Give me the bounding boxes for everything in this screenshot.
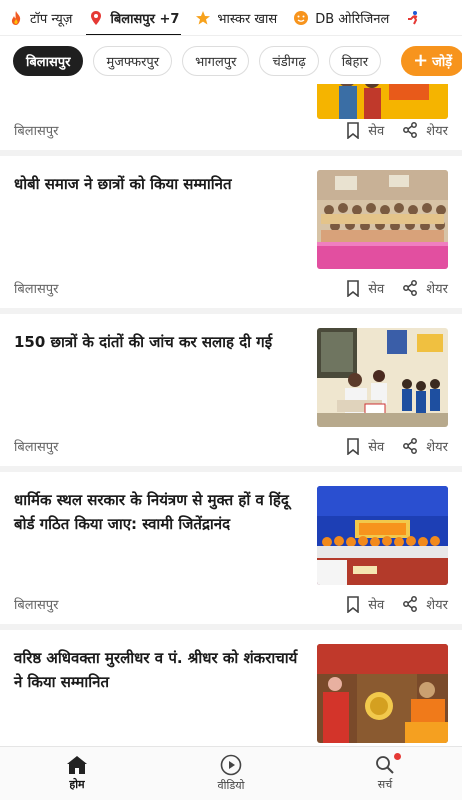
- share-icon: [403, 280, 418, 296]
- top-category-tabs: टॉप न्यूज़ बिलासपुर +7 भास्कर खास DB ओरि…: [0, 0, 462, 36]
- tab-top-news[interactable]: टॉप न्यूज़: [0, 0, 80, 35]
- news-card[interactable]: धोबी समाज ने छात्रों को किया सम्मानित बि…: [0, 156, 462, 314]
- tab-bilaspur[interactable]: बिलासपुर +7: [80, 0, 187, 35]
- star-icon: [195, 10, 211, 26]
- add-city-button[interactable]: + जोड़ें: [401, 46, 462, 76]
- card-title: धोबी समाज ने छात्रों को किया सम्मानित: [14, 175, 232, 193]
- nav-search[interactable]: सर्च: [308, 747, 462, 800]
- nav-video[interactable]: वीडियो: [154, 747, 401, 800]
- tab-label: भास्कर खास: [217, 11, 278, 27]
- location-pin-icon: [88, 10, 104, 26]
- bottom-navigation: होम वीडियो सर्च: [0, 746, 462, 800]
- card-meta: बिलासपुर सेव शेयर: [14, 278, 448, 298]
- card-title: वरिष्ठ अधिवक्ता मुरलीधर व पं. श्रीधर को …: [14, 649, 298, 691]
- nav-home[interactable]: होम: [0, 747, 154, 800]
- news-card[interactable]: धार्मिक स्थल सरकार के नियंत्रण से मुक्त …: [0, 472, 462, 630]
- save-button[interactable]: सेव: [346, 595, 384, 613]
- save-button[interactable]: सेव: [346, 121, 384, 139]
- news-feed: बिलासपुर सेव शेयर धोबी समाज ने छात्रों क…: [0, 84, 462, 744]
- tab-label: टॉप न्यूज़: [30, 11, 73, 27]
- save-button[interactable]: सेव: [346, 279, 384, 297]
- tab-bhaskar-khas[interactable]: भास्कर खास: [187, 0, 285, 35]
- share-label: शेयर: [426, 440, 448, 455]
- chip-muzaffarpur[interactable]: मुजफ्फरपुर: [93, 46, 173, 76]
- city-chips: बिलासपुर मुजफ्फरपुर भागलपुर चंडीगढ़ बिहा…: [0, 44, 462, 78]
- nav-label: वीडियो: [217, 779, 245, 792]
- share-button[interactable]: शेयर: [402, 595, 448, 613]
- add-city-label: जोड़ें: [432, 55, 453, 70]
- flame-icon: [8, 10, 24, 26]
- nav-label: होम: [69, 778, 85, 791]
- save-label: सेव: [368, 282, 385, 297]
- news-thumbnail: [317, 486, 448, 585]
- news-thumbnail: [317, 328, 448, 427]
- card-meta: बिलासपुर सेव शेयर: [14, 594, 448, 614]
- share-icon: [403, 122, 418, 138]
- bookmark-icon: [347, 437, 360, 455]
- card-city: बिलासपुर: [14, 282, 59, 297]
- bookmark-icon: [347, 279, 360, 297]
- news-card[interactable]: वरिष्ठ अधिवक्ता मुरलीधर व पं. श्रीधर को …: [0, 630, 462, 744]
- tab-label: बिलासपुर +7: [110, 11, 180, 27]
- card-meta: बिलासपुर सेव शेयर: [14, 120, 448, 140]
- share-icon: [403, 596, 418, 612]
- news-thumbnail: [317, 170, 448, 269]
- chip-bhagalpur[interactable]: भागलपुर: [182, 46, 250, 76]
- nav-label: सर्च: [377, 778, 393, 791]
- share-button[interactable]: शेयर: [402, 121, 448, 139]
- chip-bihar[interactable]: बिहार: [328, 46, 382, 76]
- tab-db-original[interactable]: DB ओरिजिनल: [285, 0, 397, 35]
- news-card[interactable]: बिलासपुर सेव शेयर: [0, 84, 462, 156]
- save-label: सेव: [368, 124, 385, 139]
- save-label: सेव: [368, 598, 385, 613]
- share-button[interactable]: शेयर: [402, 279, 448, 297]
- plus-icon: +: [413, 50, 429, 71]
- tab-sports[interactable]: [397, 0, 435, 35]
- card-title: 150 छात्रों के दांतों की जांच कर सलाह दी…: [14, 333, 273, 351]
- news-card[interactable]: 150 छात्रों के दांतों की जांच कर सलाह दी…: [0, 314, 462, 472]
- card-city: बिलासपुर: [14, 124, 59, 139]
- save-button[interactable]: सेव: [346, 437, 384, 455]
- play-icon: [220, 754, 242, 776]
- share-icon: [403, 438, 418, 454]
- smiley-icon: [293, 10, 309, 26]
- card-city: बिलासपुर: [14, 440, 59, 455]
- bookmark-icon: [347, 121, 360, 139]
- share-label: शेयर: [426, 598, 448, 613]
- card-city: बिलासपुर: [14, 598, 59, 613]
- share-label: शेयर: [426, 124, 448, 139]
- card-meta: बिलासपुर सेव शेयर: [14, 436, 448, 456]
- runner-icon: [405, 10, 421, 26]
- chip-chandigarh[interactable]: चंडीगढ़: [259, 46, 319, 76]
- chip-bilaspur[interactable]: बिलासपुर: [13, 46, 84, 76]
- share-button[interactable]: शेयर: [402, 437, 448, 455]
- share-label: शेयर: [426, 282, 448, 297]
- search-icon: [376, 756, 394, 774]
- save-label: सेव: [368, 440, 385, 455]
- news-thumbnail: [317, 84, 448, 119]
- bookmark-icon: [347, 595, 360, 613]
- tab-label: DB ओरिजिनल: [315, 11, 390, 27]
- home-icon: [67, 756, 87, 774]
- news-thumbnail: [317, 644, 448, 743]
- card-title: धार्मिक स्थल सरकार के नियंत्रण से मुक्त …: [14, 491, 289, 533]
